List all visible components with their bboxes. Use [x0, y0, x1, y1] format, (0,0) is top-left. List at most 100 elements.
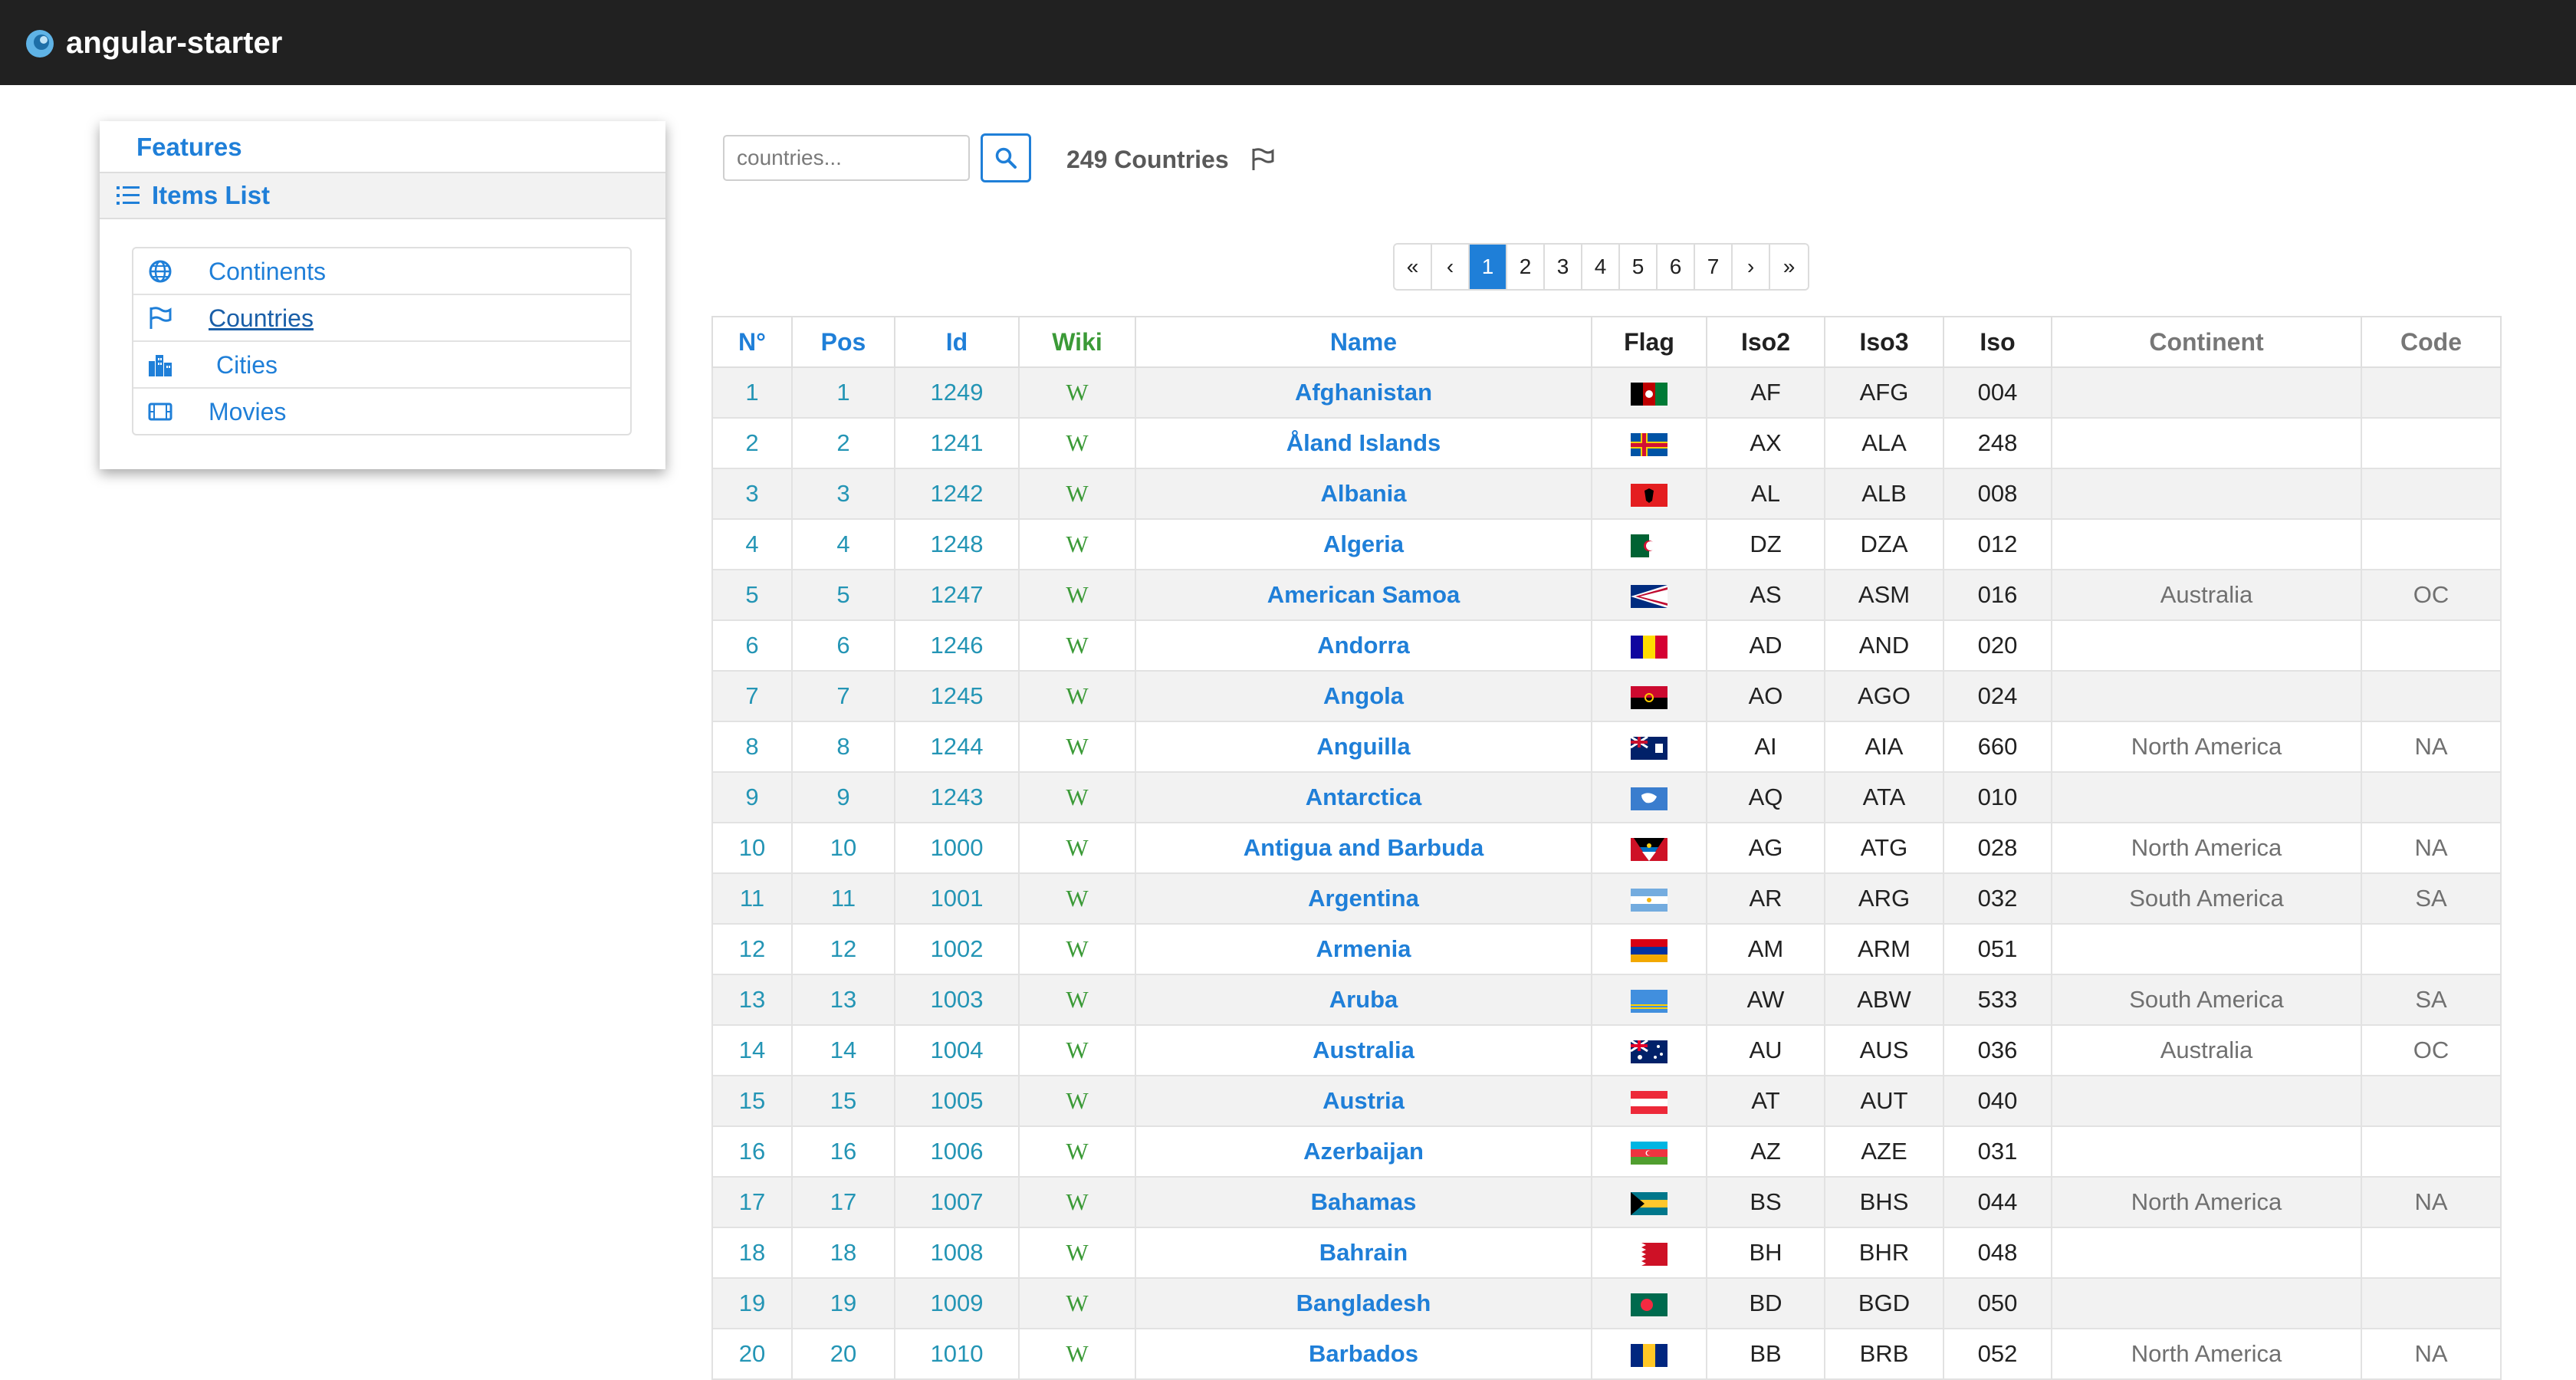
row-id-cell[interactable]: 1248 — [894, 518, 1020, 570]
country-name-link[interactable]: Afghanistan — [1135, 366, 1592, 419]
row-id-cell[interactable]: 1008 — [894, 1227, 1020, 1279]
features-title[interactable]: Features — [136, 127, 242, 167]
column-header-iso[interactable]: Iso — [1943, 316, 2052, 368]
wikipedia-link-icon[interactable]: W — [1018, 822, 1136, 874]
sidebar-item-movies[interactable]: Movies — [133, 389, 630, 435]
country-name-link[interactable]: Aruba — [1135, 974, 1592, 1026]
row-id-cell[interactable]: 1010 — [894, 1328, 1020, 1380]
country-name-link[interactable]: American Samoa — [1135, 569, 1592, 621]
search-input[interactable] — [723, 135, 970, 181]
country-name-link[interactable]: Bahrain — [1135, 1227, 1592, 1279]
page-button[interactable]: 5 — [1620, 245, 1658, 289]
wikipedia-link-icon[interactable]: W — [1018, 974, 1136, 1026]
table-row[interactable]: 11 11 1001 W Argentina AR ARG 032 South America S… — [711, 872, 2502, 925]
column-header-no[interactable]: N° — [711, 316, 793, 368]
row-id-cell[interactable]: 1244 — [894, 721, 1020, 773]
page-button[interactable]: « — [1395, 245, 1432, 289]
page-button[interactable]: 1 — [1470, 245, 1507, 289]
wikipedia-link-icon[interactable]: W — [1018, 569, 1136, 621]
wikipedia-link-icon[interactable]: W — [1018, 1125, 1136, 1178]
row-id-cell[interactable]: 1005 — [894, 1075, 1020, 1127]
page-button[interactable]: 4 — [1582, 245, 1620, 289]
wikipedia-link-icon[interactable]: W — [1018, 468, 1136, 520]
table-row[interactable]: 16 16 1006 W Azerbaijan AZ AZE 031 — [711, 1125, 2502, 1178]
wikipedia-link-icon[interactable]: W — [1018, 1075, 1136, 1127]
row-id-cell[interactable]: 1000 — [894, 822, 1020, 874]
row-id-cell[interactable]: 1249 — [894, 366, 1020, 419]
column-header-iso2[interactable]: Iso2 — [1706, 316, 1825, 368]
wikipedia-link-icon[interactable]: W — [1018, 670, 1136, 722]
row-id-cell[interactable]: 1246 — [894, 619, 1020, 672]
country-name-link[interactable]: Bangladesh — [1135, 1277, 1592, 1329]
table-row[interactable]: 9 9 1243 W Antarctica AQ ATA 010 — [711, 771, 2502, 823]
table-row[interactable]: 13 13 1003 W Aruba AW ABW 533 South America SA — [711, 974, 2502, 1026]
country-name-link[interactable]: Albania — [1135, 468, 1592, 520]
table-row[interactable]: 14 14 1004 W Australia AU AUS 036 Australia OC — [711, 1024, 2502, 1076]
page-button[interactable]: 3 — [1545, 245, 1582, 289]
table-row[interactable]: 8 8 1244 W Anguilla AI AIA 660 North America NA — [711, 721, 2502, 773]
column-header-continent[interactable]: Continent — [2051, 316, 2362, 368]
country-name-link[interactable]: Austria — [1135, 1075, 1592, 1127]
table-row[interactable]: 3 3 1242 W Albania AL ALB 008 — [711, 468, 2502, 520]
table-row[interactable]: 10 10 1000 W Antigua and Barbuda AG ATG 028 Nort… — [711, 822, 2502, 874]
country-name-link[interactable]: Azerbaijan — [1135, 1125, 1592, 1178]
row-id-cell[interactable]: 1004 — [894, 1024, 1020, 1076]
sidebar-item-countries[interactable]: Countries — [133, 295, 630, 342]
row-id-cell[interactable]: 1247 — [894, 569, 1020, 621]
table-row[interactable]: 4 4 1248 W Algeria DZ DZA 012 — [711, 518, 2502, 570]
sidebar-item-cities[interactable]: Cities — [133, 342, 630, 389]
country-name-link[interactable]: Algeria — [1135, 518, 1592, 570]
wikipedia-link-icon[interactable]: W — [1018, 366, 1136, 419]
row-id-cell[interactable]: 1243 — [894, 771, 1020, 823]
sidebar-item-continents[interactable]: Continents — [133, 248, 630, 295]
country-name-link[interactable]: Barbados — [1135, 1328, 1592, 1380]
table-row[interactable]: 7 7 1245 W Angola AO AGO 024 — [711, 670, 2502, 722]
column-header-flag[interactable]: Flag — [1591, 316, 1707, 368]
country-name-link[interactable]: Argentina — [1135, 872, 1592, 925]
column-header-code[interactable]: Code — [2361, 316, 2502, 368]
column-header-pos[interactable]: Pos — [791, 316, 895, 368]
row-id-cell[interactable]: 1003 — [894, 974, 1020, 1026]
row-id-cell[interactable]: 1001 — [894, 872, 1020, 925]
country-name-link[interactable]: Antigua and Barbuda — [1135, 822, 1592, 874]
column-header-iso3[interactable]: Iso3 — [1824, 316, 1944, 368]
country-name-link[interactable]: Andorra — [1135, 619, 1592, 672]
table-row[interactable]: 19 19 1009 W Bangladesh BD BGD 050 — [711, 1277, 2502, 1329]
wikipedia-link-icon[interactable]: W — [1018, 619, 1136, 672]
country-name-link[interactable]: Angola — [1135, 670, 1592, 722]
wikipedia-link-icon[interactable]: W — [1018, 1227, 1136, 1279]
row-id-cell[interactable]: 1009 — [894, 1277, 1020, 1329]
wikipedia-link-icon[interactable]: W — [1018, 518, 1136, 570]
page-button[interactable]: 7 — [1695, 245, 1733, 289]
country-name-link[interactable]: Antarctica — [1135, 771, 1592, 823]
wikipedia-link-icon[interactable]: W — [1018, 1328, 1136, 1380]
table-row[interactable]: 12 12 1002 W Armenia AM ARM 051 — [711, 923, 2502, 975]
row-id-cell[interactable]: 1245 — [894, 670, 1020, 722]
table-row[interactable]: 2 2 1241 W Åland Islands AX ALA 248 — [711, 417, 2502, 469]
table-row[interactable]: 5 5 1247 W American Samoa AS ASM 016 Australia OC — [711, 569, 2502, 621]
row-id-cell[interactable]: 1242 — [894, 468, 1020, 520]
page-button[interactable]: ‹ — [1432, 245, 1470, 289]
row-id-cell[interactable]: 1241 — [894, 417, 1020, 469]
page-button[interactable]: » — [1770, 245, 1808, 289]
items-list-header[interactable]: Items List — [100, 172, 665, 219]
country-name-link[interactable]: Anguilla — [1135, 721, 1592, 773]
column-header-name[interactable]: Name — [1135, 316, 1592, 368]
country-name-link[interactable]: Australia — [1135, 1024, 1592, 1076]
row-id-cell[interactable]: 1006 — [894, 1125, 1020, 1178]
angular-logo-icon[interactable] — [25, 28, 55, 59]
search-button[interactable] — [981, 133, 1031, 182]
page-button[interactable]: 2 — [1507, 245, 1545, 289]
wikipedia-link-icon[interactable]: W — [1018, 771, 1136, 823]
column-header-wiki[interactable]: Wiki — [1018, 316, 1136, 368]
country-name-link[interactable]: Armenia — [1135, 923, 1592, 975]
table-row[interactable]: 6 6 1246 W Andorra AD AND 020 — [711, 619, 2502, 672]
page-button[interactable]: 6 — [1658, 245, 1695, 289]
page-button[interactable]: › — [1733, 245, 1770, 289]
row-id-cell[interactable]: 1002 — [894, 923, 1020, 975]
wikipedia-link-icon[interactable]: W — [1018, 1277, 1136, 1329]
country-name-link[interactable]: Åland Islands — [1135, 417, 1592, 469]
table-row[interactable]: 15 15 1005 W Austria AT AUT 040 — [711, 1075, 2502, 1127]
table-row[interactable]: 20 20 1010 W Barbados BB BRB 052 North America NA — [711, 1328, 2502, 1380]
column-header-id[interactable]: Id — [894, 316, 1020, 368]
